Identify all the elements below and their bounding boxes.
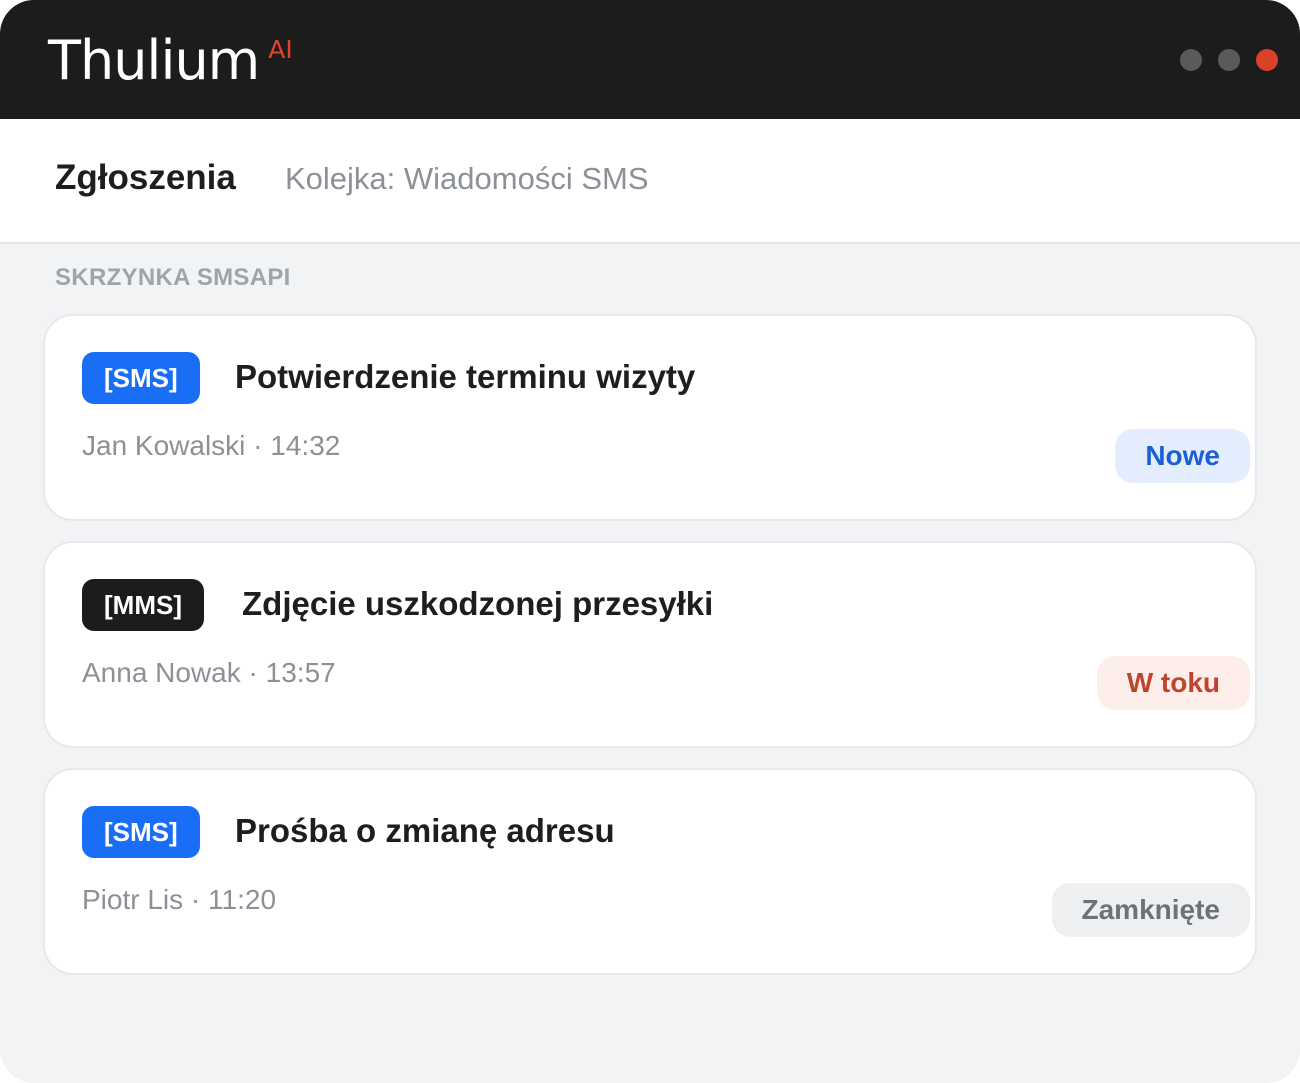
status-badge: W toku — [1096, 656, 1250, 710]
minimize-window-button[interactable] — [1180, 49, 1202, 71]
ticket-sender-time: Anna Nowak · 13:57 — [82, 657, 336, 688]
message-type-badge: [SMS] — [82, 806, 200, 858]
ticket-sender-time: Piotr Lis · 11:20 — [82, 884, 277, 915]
ticket-title: Prośba o zmianę adresu — [235, 812, 615, 849]
app-window: Thulium AI Zgłoszenia Kolejka: Wiadomośc… — [0, 0, 1300, 1083]
ticket-card[interactable]: [MMS] Zdjęcie uszkodzonej przesyłki Anna… — [43, 541, 1257, 748]
status-badge: Zamknięte — [1051, 883, 1250, 937]
thulium-logo: Thulium AI — [48, 29, 293, 92]
ticket-title: Zdjęcie uszkodzonej przesyłki — [242, 585, 714, 622]
window-controls — [1180, 49, 1278, 71]
page-header: Zgłoszenia Kolejka: Wiadomości SMS — [0, 119, 1300, 244]
title-bar: Thulium AI — [0, 0, 1300, 119]
maximize-window-button[interactable] — [1218, 49, 1240, 71]
logo-ai-superscript: AI — [268, 35, 293, 64]
inbox-section-label: SKRZYNKA SMSAPI — [55, 264, 291, 291]
ticket-card[interactable]: [SMS] Potwierdzenie terminu wizyty Jan K… — [43, 314, 1257, 521]
message-type-badge: [SMS] — [82, 352, 200, 404]
close-window-button[interactable] — [1256, 49, 1278, 71]
status-badge: Nowe — [1115, 429, 1250, 483]
ticket-sender-time: Jan Kowalski · 14:32 — [82, 430, 341, 461]
ticket-card[interactable]: [SMS] Prośba o zmianę adresu Piotr Lis ·… — [43, 768, 1257, 975]
ticket-title: Potwierdzenie terminu wizyty — [235, 358, 696, 395]
page-title: Zgłoszenia — [55, 158, 236, 197]
logo-text: Thulium — [48, 29, 260, 92]
queue-label: Kolejka: Wiadomości SMS — [285, 161, 649, 196]
message-type-badge: [MMS] — [82, 579, 204, 631]
